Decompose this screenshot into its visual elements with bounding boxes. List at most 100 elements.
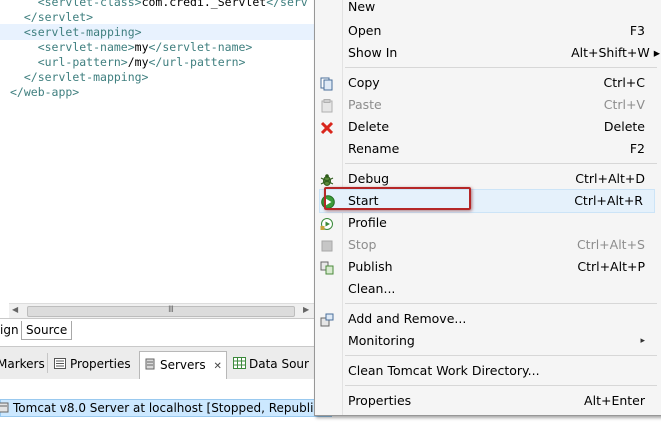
menu-item-show-in-label: Show In <box>348 45 398 60</box>
xml-text: com.credi._Servlet <box>141 0 267 9</box>
code-line[interactable]: </servlet> <box>10 9 330 25</box>
editor-tab-bar: ign Source <box>0 318 318 342</box>
menu-separator <box>345 385 657 386</box>
xml-tag: </servlet-name> <box>148 40 253 54</box>
server-icon <box>0 401 9 413</box>
menu-item-delete[interactable]: Delete Delete <box>315 116 661 138</box>
scroll-grip: III <box>168 305 174 315</box>
menu-item-open-shortcut: F3 <box>629 23 645 38</box>
menu-item-monitoring-label: Monitoring <box>348 333 415 348</box>
xml-tag: </serv <box>266 0 308 9</box>
profile-icon <box>320 216 334 230</box>
close-icon[interactable]: ✕ <box>213 361 221 372</box>
menu-item-show-in[interactable]: Show In Alt+Shift+W ▸ <box>315 42 661 64</box>
xml-tag: <servlet-class> <box>37 0 142 9</box>
menu-separator <box>345 355 657 356</box>
properties-icon <box>54 356 66 369</box>
tab-data-source-label: Data Sour <box>249 357 309 371</box>
menu-item-stop: Stop Ctrl+Alt+S <box>315 234 661 256</box>
servers-icon <box>144 353 156 370</box>
tab-source[interactable]: Source <box>21 321 73 340</box>
menu-item-copy-shortcut: Ctrl+C <box>603 75 645 90</box>
menu-item-add-remove[interactable]: Add and Remove... <box>315 308 661 330</box>
menu-item-add-remove-label: Add and Remove... <box>348 311 467 326</box>
scroll-left-icon[interactable]: ◀ <box>12 305 18 314</box>
submenu-arrow-icon: ▸ <box>640 336 645 346</box>
menu-item-publish-label: Publish <box>348 259 393 274</box>
xml-tag: <url-pattern> <box>37 55 128 69</box>
code-line[interactable]: <url-pattern>/my</url-pattern> <box>10 54 330 70</box>
stop-icon <box>320 238 334 252</box>
editor-gutter <box>0 0 9 302</box>
copy-icon <box>320 76 334 91</box>
server-row-label: Tomcat v8.0 Server at localhost [Stopped… <box>13 401 332 415</box>
code-line[interactable]: <servlet-name>my</servlet-name> <box>10 39 330 55</box>
menu-item-debug[interactable]: Debug Ctrl+Alt+D <box>315 168 661 190</box>
menu-separator <box>345 163 657 164</box>
menu-item-clean-tomcat-label: Clean Tomcat Work Directory... <box>348 363 540 378</box>
servers-view: Tomcat v8.0 Server at localhost [Stopped… <box>0 379 332 425</box>
menu-item-new-label: New <box>348 0 376 14</box>
tab-divider <box>47 353 48 373</box>
menu-item-start[interactable]: Start Ctrl+Alt+R <box>319 189 655 213</box>
delete-icon <box>320 120 334 135</box>
tab-markers[interactable]: Markers <box>0 355 45 373</box>
server-row-tomcat[interactable]: Tomcat v8.0 Server at localhost [Stopped… <box>0 399 332 417</box>
tab-properties[interactable]: Properties <box>54 355 131 373</box>
menu-item-stop-shortcut: Ctrl+Alt+S <box>576 237 645 252</box>
xml-editor[interactable]: ⊖ <servlet-class>com.credi._Servlet</ser… <box>0 0 330 318</box>
menu-item-monitoring[interactable]: Monitoring ▸ <box>315 330 661 352</box>
menu-item-stop-label: Stop <box>348 237 377 252</box>
menu-item-start-shortcut: Ctrl+Alt+R <box>574 193 643 208</box>
tab-properties-label: Properties <box>70 357 131 371</box>
tab-design[interactable]: ign <box>0 321 23 339</box>
horizontal-scrollbar[interactable]: ◀ III ▶ <box>9 303 314 318</box>
code-line[interactable]: </web-app> <box>10 84 330 100</box>
scroll-right-icon[interactable]: ▶ <box>303 305 309 314</box>
menu-item-publish-shortcut: Ctrl+Alt+P <box>577 259 645 274</box>
menu-item-debug-shortcut: Ctrl+Alt+D <box>575 171 645 186</box>
scrollbar-thumb[interactable]: III <box>27 305 295 317</box>
menu-item-clean-tomcat[interactable]: Clean Tomcat Work Directory... <box>315 360 661 382</box>
publish-icon <box>320 260 334 275</box>
menu-item-new[interactable]: New <box>315 0 661 18</box>
menu-item-properties-shortcut: Alt+Enter <box>584 393 645 408</box>
menu-item-copy[interactable]: Copy Ctrl+C <box>315 72 661 94</box>
menu-item-copy-label: Copy <box>348 75 380 90</box>
tab-servers[interactable]: Servers ✕ <box>139 351 227 379</box>
menu-item-profile-label: Profile <box>348 215 387 230</box>
xml-tag: </url-pattern> <box>148 55 246 69</box>
menu-item-rename-label: Rename <box>348 141 400 156</box>
data-source-icon <box>233 356 246 369</box>
menu-separator <box>345 67 657 68</box>
menu-item-clean-label: Clean... <box>348 281 396 296</box>
menu-item-profile[interactable]: Profile <box>315 212 661 234</box>
xml-tag: <servlet-name> <box>37 40 135 54</box>
menu-item-open[interactable]: Open F3 <box>315 20 661 42</box>
tab-data-source[interactable]: Data Sour <box>233 355 309 373</box>
add-remove-icon <box>320 312 334 327</box>
menu-item-properties[interactable]: Properties Alt+Enter <box>315 390 661 412</box>
xml-tag: </servlet> <box>23 10 94 24</box>
paste-icon <box>320 98 334 113</box>
menu-item-paste: Paste Ctrl+V <box>315 94 661 116</box>
xml-tag: </web-app> <box>10 85 80 99</box>
menu-item-start-label: Start <box>348 193 379 208</box>
xml-text: my <box>134 40 149 54</box>
menu-separator <box>345 303 657 304</box>
menu-item-rename[interactable]: Rename F2 <box>315 138 661 160</box>
views-tab-bar: Markers Properties Servers ✕ Data Sour <box>0 346 318 380</box>
menu-item-clean[interactable]: Clean... <box>315 278 661 300</box>
code-line[interactable]: </servlet-mapping> <box>10 69 330 85</box>
code-line[interactable]: <servlet-mapping> <box>0 24 330 40</box>
xml-text: /my <box>127 55 149 69</box>
menu-item-publish[interactable]: Publish Ctrl+Alt+P <box>315 256 661 278</box>
menu-item-paste-label: Paste <box>348 97 382 112</box>
menu-item-show-in-shortcut: Alt+Shift+W ▸ <box>571 45 660 60</box>
